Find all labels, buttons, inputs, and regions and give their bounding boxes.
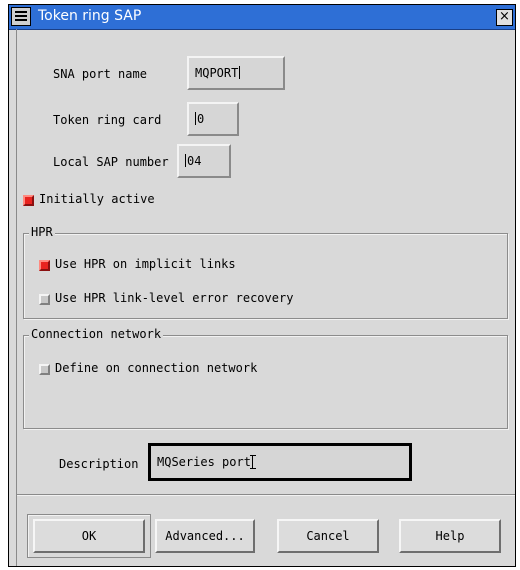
initially-active-label: Initially active xyxy=(39,192,155,206)
connection-network-group-title: Connection network xyxy=(29,327,164,341)
use-hpr-implicit-checkbox[interactable] xyxy=(39,260,50,271)
button-row-separator xyxy=(17,494,515,496)
token-ring-sap-dialog: Token ring SAP × SNA port name MQPORT To… xyxy=(8,4,516,567)
token-ring-card-field[interactable]: 0 xyxy=(187,102,239,136)
advanced-button[interactable]: Advanced... xyxy=(155,519,255,553)
use-hpr-implicit-label: Use HPR on implicit links xyxy=(55,257,236,271)
window-menu-icon[interactable] xyxy=(11,7,31,26)
token-ring-card-label: Token ring card xyxy=(53,113,162,127)
local-sap-number-label: Local SAP number xyxy=(53,155,169,169)
ok-button[interactable]: OK xyxy=(33,519,145,553)
description-value: MQSeries port xyxy=(157,455,251,469)
define-on-connection-network-checkbox[interactable] xyxy=(39,364,50,375)
close-icon[interactable]: × xyxy=(496,9,513,26)
hpr-group-title: HPR xyxy=(29,225,55,239)
description-field[interactable]: MQSeries port xyxy=(148,443,412,481)
connection-network-group xyxy=(23,335,508,429)
cancel-button[interactable]: Cancel xyxy=(277,519,379,553)
description-label: Description xyxy=(59,457,139,471)
local-sap-number-value: 04 xyxy=(187,154,202,168)
sna-port-name-label: SNA port name xyxy=(53,67,147,81)
ibeam-cursor-icon xyxy=(249,455,260,469)
help-button[interactable]: Help xyxy=(399,519,501,553)
use-hpr-error-recovery-checkbox[interactable] xyxy=(39,294,50,305)
text-cursor-icon xyxy=(239,66,241,79)
window-title: Token ring SAP xyxy=(38,8,142,24)
text-cursor-icon xyxy=(195,112,196,125)
text-cursor-icon xyxy=(185,154,186,167)
use-hpr-error-recovery-label: Use HPR link-level error recovery xyxy=(55,291,294,305)
sna-port-name-value: MQPORT xyxy=(195,66,239,80)
define-on-connection-network-label: Define on connection network xyxy=(55,361,258,375)
sna-port-name-field[interactable]: MQPORT xyxy=(187,56,285,90)
hpr-group xyxy=(23,233,508,319)
local-sap-number-field[interactable]: 04 xyxy=(177,144,231,178)
title-bar[interactable]: Token ring SAP × xyxy=(9,5,515,30)
window-left-edge xyxy=(9,29,17,566)
token-ring-card-value: 0 xyxy=(197,112,205,126)
initially-active-checkbox[interactable] xyxy=(23,195,34,206)
